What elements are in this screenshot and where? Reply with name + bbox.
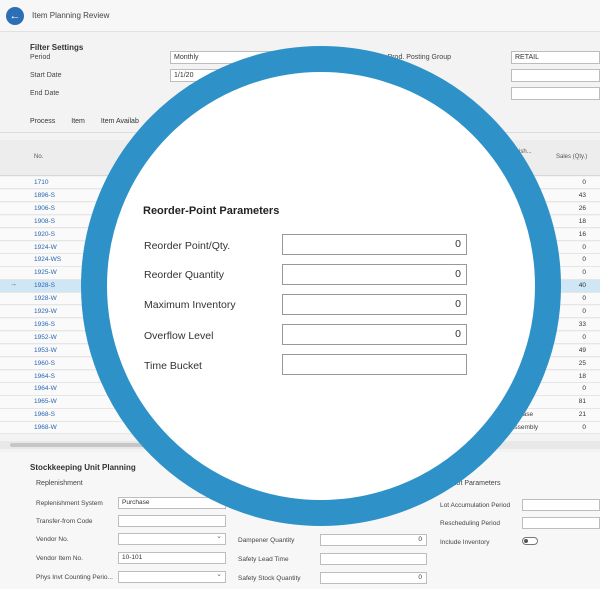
sales-qty-cell: 40	[578, 282, 586, 290]
posting-group-input[interactable]: RETAIL	[511, 51, 600, 64]
sales-qty-cell: 0	[582, 385, 586, 393]
action-item[interactable]: Item	[71, 118, 85, 125]
reorder-quantity-input[interactable]: 0	[282, 264, 467, 285]
zoom-callout-ring	[81, 46, 561, 526]
item-no-link[interactable]: 1928-S	[34, 282, 55, 289]
vendor-item-no-input[interactable]: 10-101	[118, 552, 226, 564]
maximum-inventory-label: Maximum Inventory	[144, 299, 236, 311]
item-no-link[interactable]: 1928-W	[34, 295, 57, 302]
item-no-link[interactable]: 1953-W	[34, 347, 57, 354]
row-pointer-icon: →	[10, 281, 17, 289]
sales-qty-cell: 0	[582, 308, 586, 315]
vendor-no-label: Vendor No.	[36, 536, 69, 543]
safety-stock-input[interactable]: 0	[320, 572, 427, 584]
filter-input-3[interactable]	[511, 87, 600, 100]
item-no-link[interactable]: 1964-S	[34, 373, 55, 380]
transfer-from-label: Transfer-from Code	[36, 518, 93, 525]
period-label: Period	[30, 54, 51, 61]
item-no-link[interactable]: 1968-S	[34, 411, 55, 418]
time-bucket-label: Time Bucket	[144, 360, 202, 372]
action-item-availability[interactable]: Item Availab	[101, 118, 139, 125]
sales-qty-cell: 0	[582, 424, 586, 432]
sales-qty-cell: 0	[582, 269, 586, 277]
overflow-level-label: Overflow Level	[144, 330, 214, 342]
dampener-qty-input[interactable]: 0	[320, 534, 427, 546]
filter-input-2[interactable]	[511, 69, 600, 82]
item-no-link[interactable]: 1908-S	[34, 218, 55, 225]
reorder-point-input[interactable]: 0	[282, 234, 467, 255]
vendor-item-no-label: Vendor Item No.	[36, 555, 83, 562]
sales-qty-cell: 43	[578, 191, 586, 199]
end-date-label: End Date	[30, 90, 60, 97]
item-no-link[interactable]: 1964-W	[34, 385, 57, 392]
phys-invt-label: Phys Invt Counting Perio...	[36, 574, 113, 581]
include-inventory-toggle[interactable]	[522, 537, 538, 545]
sku-planning-heading: Stockkeeping Unit Planning	[30, 463, 136, 472]
sales-qty-cell: 26	[578, 204, 586, 212]
sales-qty-cell: 16	[578, 230, 586, 238]
sales-qty-cell: 0	[582, 333, 586, 341]
sales-qty-cell: 25	[578, 359, 586, 367]
safety-stock-label: Safety Stock Quantity	[238, 575, 301, 582]
back-button[interactable]: ←	[6, 7, 24, 25]
item-no-link[interactable]: 1965-W	[34, 398, 57, 405]
sales-qty-cell: 49	[578, 346, 586, 354]
safety-lead-input[interactable]	[320, 553, 427, 565]
lot-accumulation-label: Lot Accumulation Period	[440, 502, 511, 509]
item-no-link[interactable]: 1929-W	[34, 308, 57, 315]
item-no-link[interactable]: 1960-S	[34, 360, 55, 367]
dampener-qty-label: Dampener Quantity	[238, 537, 295, 544]
lot-accumulation-input[interactable]	[522, 499, 600, 511]
item-no-link[interactable]: 1925-W	[34, 269, 57, 276]
reorder-quantity-label: Reorder Quantity	[144, 269, 224, 281]
replenishment-heading: Replenishment	[36, 480, 83, 487]
item-no-link[interactable]: 1952-W	[34, 334, 57, 341]
item-no-link[interactable]: 1924-W	[34, 244, 57, 251]
sales-qty-cell: 18	[578, 372, 586, 380]
item-no-link[interactable]: 1924-WS	[34, 256, 61, 263]
rescheduling-input[interactable]	[522, 517, 600, 529]
sales-qty-cell: 33	[578, 320, 586, 328]
filter-settings-heading: Filter Settings	[30, 43, 84, 52]
rescheduling-label: Rescheduling Period	[440, 520, 500, 527]
transfer-from-input[interactable]	[118, 515, 226, 527]
reorder-point-label: Reorder Point/Qty.	[144, 240, 231, 252]
include-inventory-label: Include Inventory	[440, 539, 490, 546]
item-no-link[interactable]: 1906-S	[34, 205, 55, 212]
replenishment-system-label: Replenishment System	[36, 500, 103, 507]
sales-qty-cell: 21	[578, 411, 586, 419]
title-bar: ← Item Planning Review	[0, 0, 600, 32]
overflow-level-input[interactable]: 0	[282, 324, 467, 345]
item-no-link[interactable]: 1936-S	[34, 321, 55, 328]
maximum-inventory-input[interactable]: 0	[282, 294, 467, 315]
column-sales[interactable]: Sales (Qty.)	[556, 154, 587, 160]
phys-invt-select[interactable]	[118, 570, 226, 583]
reorder-parameters-heading: Reorder-Point Parameters	[143, 205, 280, 217]
item-no-link[interactable]: 1968-W	[34, 424, 57, 431]
sales-qty-cell: 81	[578, 398, 586, 406]
item-planning-page: ← Item Planning Review Filter Settings P…	[0, 0, 600, 589]
action-bar: Process Item Item Availab	[30, 118, 153, 125]
action-process[interactable]: Process	[30, 118, 55, 125]
start-date-label: Start Date	[30, 72, 62, 79]
sales-qty-cell: 18	[578, 217, 586, 225]
item-no-link[interactable]: 1710	[34, 179, 48, 186]
sales-qty-cell: 0	[582, 243, 586, 251]
arrow-left-icon: ←	[9, 10, 21, 22]
sales-qty-cell: 0	[582, 179, 586, 186]
column-no[interactable]: No.	[34, 154, 43, 160]
page-title: Item Planning Review	[32, 11, 110, 20]
safety-lead-label: Safety Lead Time	[238, 556, 289, 563]
sales-qty-cell: 0	[582, 256, 586, 264]
sales-qty-cell: 0	[582, 295, 586, 303]
item-no-link[interactable]: 1896-S	[34, 192, 55, 199]
item-no-link[interactable]: 1920-S	[34, 231, 55, 238]
vendor-no-select[interactable]	[118, 532, 226, 545]
time-bucket-input[interactable]	[282, 354, 467, 375]
